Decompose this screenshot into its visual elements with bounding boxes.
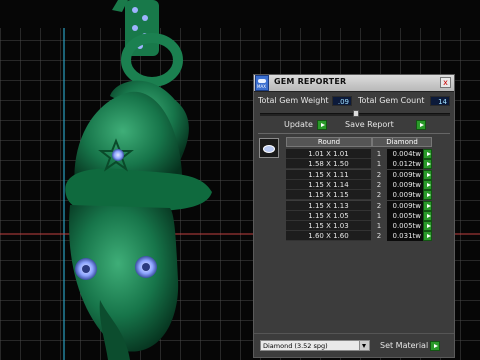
set-material-button[interactable] [430,341,440,351]
column-header-shape: Round [286,137,372,147]
save-report-button[interactable] [416,120,426,130]
gem-size-cell: 1.15 X 1.03 [286,221,371,232]
table-row[interactable]: 1.60 X 1.60 2 0.031tw [286,231,432,242]
gem-size-cell: 1.15 X 1.14 [286,179,371,190]
save-report-label: Save Report [345,120,394,129]
panel-title: GEM REPORTER [274,77,347,86]
gem-weight-cell: 0.005tw [387,210,423,221]
update-label: Update [284,120,313,129]
total-gem-count-value: 14 [430,96,450,106]
gem-shape-thumbnail[interactable] [259,138,279,158]
chevron-down-icon[interactable] [359,341,369,350]
total-gem-weight-label: Total Gem Weight [258,96,329,105]
row-select-button[interactable] [423,231,432,242]
gem-count-cell: 1 [376,160,382,169]
table-row[interactable]: 1.01 X 1.01 1 0.004tw [286,149,432,159]
material-select[interactable]: Diamond (3.52 spg) [260,340,370,351]
bottom-bar: Diamond (3.52 spg) Set Material [254,333,454,358]
gem-count-cell: 2 [376,191,382,200]
divider [258,133,450,134]
row-select-button[interactable] [423,169,432,180]
gem-size-cell: 1.01 X 1.01 [286,149,371,159]
row-select-button[interactable] [423,210,432,221]
gem-count-cell: 1 [376,211,382,220]
gem-size-cell: 1.60 X 1.60 [286,231,371,242]
gem-weight-cell: 0.009tw [387,179,423,190]
gem-size-cell: 1.58 X 1.50 [286,159,371,170]
table-row[interactable]: 1.15 X 1.11 2 0.009tw [286,169,432,180]
gem-count-cell: 2 [376,232,382,241]
row-select-button[interactable] [423,159,432,170]
close-button[interactable]: x [440,77,451,88]
app-icon: MAX [255,75,269,91]
gem-weight-cell: 0.004tw [387,149,423,159]
row-select-button[interactable] [423,190,432,201]
update-button[interactable] [317,120,327,130]
gem-size-cell: 1.15 X 1.15 [286,190,371,201]
gem-size-cell: 1.15 X 1.05 [286,210,371,221]
gem-count-cell: 2 [376,201,382,210]
round-gem-icon [263,145,275,153]
gem-reporter-panel: MAX GEM REPORTER x Total Gem Weight .09 … [253,74,455,358]
gem-weight-cell: 0.009tw [387,200,423,211]
total-gem-weight-value: .09 [332,96,352,106]
table-row[interactable]: 1.15 X 1.15 2 0.009tw [286,190,432,201]
gem-weight-cell: 0.009tw [387,190,423,201]
panel-slider[interactable] [260,110,450,117]
row-select-button[interactable] [423,149,432,159]
table-row[interactable]: 1.15 X 1.13 2 0.009tw [286,200,432,211]
row-select-button[interactable] [423,221,432,232]
gem-count-cell: 2 [376,170,382,179]
gem-weight-cell: 0.012tw [387,159,423,170]
column-header-material: Diamond [372,137,432,147]
gem-size-cell: 1.15 X 1.11 [286,169,371,180]
gem-weight-cell: 0.009tw [387,169,423,180]
row-select-button[interactable] [423,200,432,211]
slider-thumb[interactable] [353,110,359,117]
table-row[interactable]: 1.15 X 1.05 1 0.005tw [286,210,432,221]
gem-count-cell: 1 [376,222,382,231]
panel-titlebar[interactable]: MAX GEM REPORTER x [254,75,454,92]
gem-count-cell: 2 [376,180,382,189]
gem-count-cell: 1 [376,150,382,158]
gem-weight-cell: 0.005tw [387,221,423,232]
row-select-button[interactable] [423,179,432,190]
gem-weight-cell: 0.031tw [387,231,423,242]
gem-size-cell: 1.15 X 1.13 [286,200,371,211]
table-row[interactable]: 1.15 X 1.14 2 0.009tw [286,179,432,190]
total-gem-count-label: Total Gem Count [358,96,425,105]
set-material-label: Set Material [380,341,429,350]
table-row[interactable]: 1.15 X 1.03 1 0.005tw [286,221,432,232]
material-select-value: Diamond (3.52 spg) [263,342,328,350]
table-row[interactable]: 1.58 X 1.50 1 0.012tw [286,159,432,170]
